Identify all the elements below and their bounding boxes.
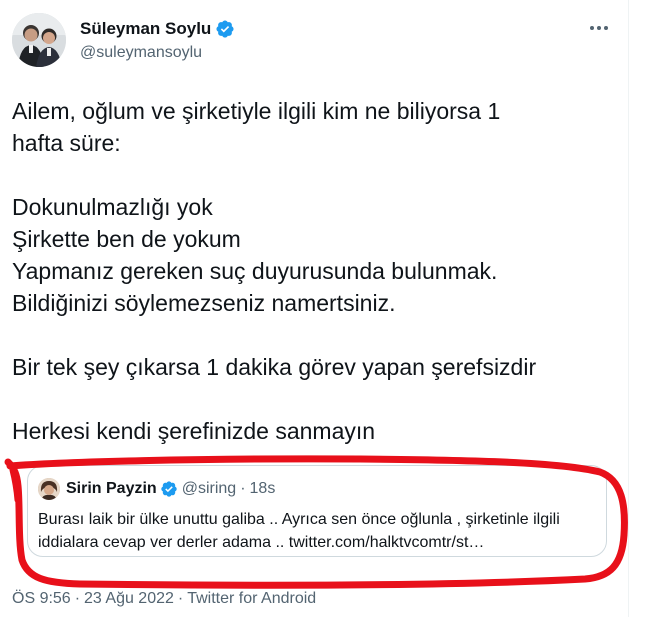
tweet-text: Ailem, oğlum ve şirketiyle ilgili kim ne… <box>12 95 622 447</box>
column-border <box>628 0 629 617</box>
tweet-time[interactable]: ÖS 9:56 <box>12 590 71 608</box>
verified-badge-icon <box>161 481 177 497</box>
verified-badge-icon <box>216 20 234 38</box>
quoted-tweet-card[interactable]: Sirin Payzin @siring · 18s Burası laik b… <box>27 465 607 557</box>
separator-dot: · <box>177 590 184 607</box>
tweet-line: Bir tek şey çıkarsa 1 dakika görev yapan… <box>12 354 537 380</box>
separator-dot: · <box>74 590 81 607</box>
tweet-source[interactable]: Twitter for Android <box>187 590 316 608</box>
tweet-line: Dokunulmazlığı yok <box>12 194 213 220</box>
quoted-author-handle: @siring <box>181 480 237 497</box>
quoted-author-avatar <box>38 478 60 500</box>
author-name-row: Süleyman Soylu <box>80 19 235 39</box>
quoted-tweet-time: 18s <box>249 480 276 497</box>
quoted-tweet-text: Burası laik bir ülke unuttu galiba .. Ay… <box>38 511 560 551</box>
tweet-line: Şirkette ben de yokum <box>12 226 241 252</box>
more-options-button[interactable] <box>587 19 611 37</box>
tweet-line: Bildiğinizi söylemezseniz namertsiniz. <box>12 290 396 316</box>
author-handle[interactable]: @suleymansoylu <box>80 44 202 62</box>
tweet-line: hafta süre: <box>12 130 121 156</box>
tweet-header: Süleyman Soylu @suleymansoylu <box>12 13 617 69</box>
ellipsis-icon <box>590 26 608 30</box>
tweet-line: Yapmanız gereken suç duyurusunda bulunma… <box>12 258 498 284</box>
quoted-tweet-header: Sirin Payzin @siring · 18s <box>38 478 275 500</box>
tweet-line: Herkesi kendi şerefinizde sanmayın <box>12 418 376 444</box>
tweet-line: Ailem, oğlum ve şirketiyle ilgili kim ne… <box>12 98 501 124</box>
author-avatar[interactable] <box>12 13 66 67</box>
author-display-name[interactable]: Süleyman Soylu <box>80 19 211 39</box>
quoted-author-name: Sirin Payzin <box>66 480 157 497</box>
separator-dot: · <box>240 480 246 497</box>
tweet-meta: ÖS 9:56 · 23 Ağu 2022 · Twitter for Andr… <box>12 590 316 608</box>
tweet-date[interactable]: 23 Ağu 2022 <box>84 590 174 608</box>
